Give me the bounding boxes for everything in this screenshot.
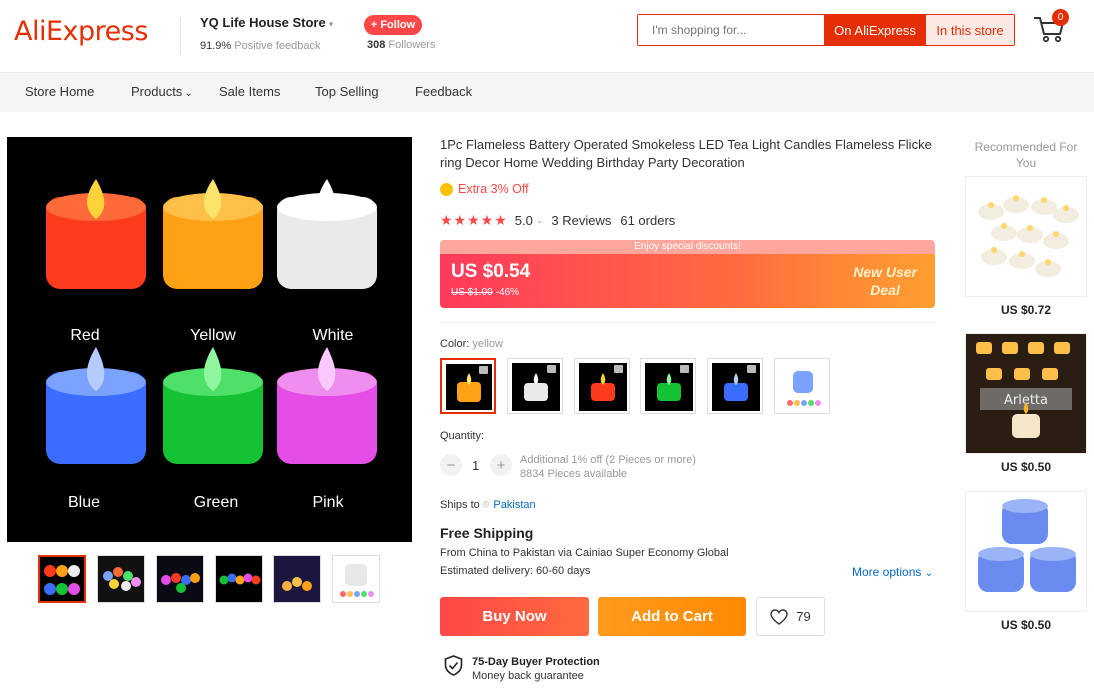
chevron-down-icon: ⌄ xyxy=(184,88,193,99)
chevron-down-icon[interactable]: ⌄ xyxy=(536,215,544,226)
recommended-image[interactable] xyxy=(965,491,1087,612)
quantity-increase-button[interactable]: + xyxy=(490,454,512,476)
orders-count: 61 orders xyxy=(620,213,676,228)
add-to-cart-button[interactable]: Add to Cart xyxy=(598,597,746,636)
wishlist-button[interactable]: 79 xyxy=(756,597,825,636)
ship-country-link[interactable]: Pakistan xyxy=(493,499,535,511)
camera-icon xyxy=(680,365,689,373)
recommended-price: US $0.50 xyxy=(1000,460,1052,474)
rating-row: ★★★★★ 5.0 ⌄ 3 Reviews 61 orders xyxy=(440,212,675,229)
chevron-down-icon: ⌄ xyxy=(924,568,934,579)
sku-green[interactable] xyxy=(640,358,696,414)
header: AliExpress YQ Life House Store ▾ 91.9% Po… xyxy=(0,0,1094,72)
shipping-route: From China to Pakistan via Cainiao Super… xyxy=(440,547,729,559)
quantity-decrease-button[interactable]: − xyxy=(440,454,462,476)
ships-to: Ships to ⌾ Pakistan xyxy=(440,499,536,511)
chevron-down-icon: ▾ xyxy=(328,19,334,29)
search-aliexpress-button[interactable]: On AliExpress xyxy=(824,15,926,45)
current-price: US $0.54 xyxy=(451,261,531,282)
original-price: US $1.00 -46% xyxy=(451,287,520,298)
thumbnail-5[interactable] xyxy=(273,555,321,603)
label-yellow: Yellow xyxy=(190,327,236,344)
search-box: On AliExpress In this store xyxy=(637,14,1015,46)
sku-yellow[interactable] xyxy=(440,358,496,414)
new-user-deal-badge: New User Deal xyxy=(853,264,917,298)
nav-store-home[interactable]: Store Home xyxy=(25,84,94,99)
camera-icon xyxy=(547,365,556,373)
rating-value: 5.0 xyxy=(514,213,533,228)
nav-sale-items[interactable]: Sale Items xyxy=(219,84,280,99)
search-store-button[interactable]: In this store xyxy=(926,15,1014,45)
recommended-price: US $0.72 xyxy=(1000,303,1052,317)
quantity-info: Additional 1% off (2 Pieces or more) 8834… xyxy=(520,454,696,480)
reviews-link[interactable]: 3 Reviews xyxy=(551,213,611,228)
label-white: White xyxy=(313,327,354,344)
label-red: Red xyxy=(70,327,99,344)
nav-top-selling[interactable]: Top Selling xyxy=(315,84,379,99)
aliexpress-logo[interactable]: AliExpress xyxy=(14,16,148,47)
label-blue: Blue xyxy=(68,494,100,511)
buy-now-button[interactable]: Buy Now xyxy=(440,597,589,636)
product-main-image[interactable]: Red Yellow White Blue Green Pink xyxy=(7,137,412,542)
quantity-value[interactable]: 1 xyxy=(472,458,479,473)
camera-icon xyxy=(479,366,488,374)
camera-icon xyxy=(747,365,756,373)
heart-icon xyxy=(770,608,788,625)
thumbnail-4[interactable] xyxy=(215,555,263,603)
estimated-delivery: Estimated delivery: 60-60 days xyxy=(440,565,591,577)
shield-icon xyxy=(444,655,463,676)
thumbnail-2[interactable] xyxy=(97,555,145,603)
coin-icon xyxy=(440,182,453,196)
quantity-label: Quantity: xyxy=(440,430,485,442)
extra-off-coupon[interactable]: Extra 3% Off xyxy=(440,182,529,196)
store-name[interactable]: YQ Life House Store ▾ xyxy=(200,15,333,30)
location-pin-icon: ⌾ xyxy=(482,499,490,511)
section-divider xyxy=(440,322,935,323)
header-divider xyxy=(180,17,181,55)
price-deal-banner: Enjoy special discounts! US $0.54 US $1.… xyxy=(440,240,935,308)
recommended-item-1[interactable]: US $0.72 xyxy=(965,176,1087,317)
label-green: Green xyxy=(194,494,238,511)
free-shipping-label: Free Shipping xyxy=(440,525,534,541)
follow-button[interactable]: + Follow xyxy=(364,15,422,35)
recommended-item-2[interactable]: Arletta US $0.50 xyxy=(965,333,1087,474)
store-nav: Store Home Products ⌄ Sale Items Top Sell… xyxy=(0,72,1094,112)
more-shipping-options[interactable]: More options ⌄ xyxy=(852,565,933,579)
thumbnail-6[interactable] xyxy=(332,555,380,603)
sku-mixed[interactable] xyxy=(774,358,830,414)
recommended-image[interactable]: Arletta xyxy=(965,333,1087,454)
color-label: Color: yellow xyxy=(440,338,503,350)
deal-banner-title: Enjoy special discounts! xyxy=(440,240,935,254)
recommended-title: Recommended For You xyxy=(974,140,1078,170)
nav-products[interactable]: Products ⌄ xyxy=(131,84,193,99)
sku-blue[interactable] xyxy=(707,358,763,414)
recommended-price: US $0.50 xyxy=(1000,618,1052,632)
recommended-item-3[interactable]: US $0.50 xyxy=(965,491,1087,632)
store-feedback: 91.9% Positive feedback xyxy=(200,40,321,52)
sku-red[interactable] xyxy=(574,358,630,414)
cart-count-badge: 0 xyxy=(1052,9,1069,26)
recommended-image[interactable] xyxy=(965,176,1087,297)
star-rating-icon: ★★★★★ xyxy=(440,212,508,228)
search-input[interactable] xyxy=(638,15,824,45)
camera-icon xyxy=(614,365,623,373)
thumbnail-1[interactable] xyxy=(38,555,86,603)
product-title: 1Pc Flameless Battery Operated Smokeless… xyxy=(440,137,932,170)
nav-feedback[interactable]: Feedback xyxy=(415,84,472,99)
label-pink: Pink xyxy=(312,494,344,511)
thumbnail-3[interactable] xyxy=(156,555,204,603)
buyer-protection: 75-Day Buyer Protection Money back guaran… xyxy=(444,655,600,683)
sku-white[interactable] xyxy=(507,358,563,414)
followers-count: 308 Followers xyxy=(367,39,436,51)
